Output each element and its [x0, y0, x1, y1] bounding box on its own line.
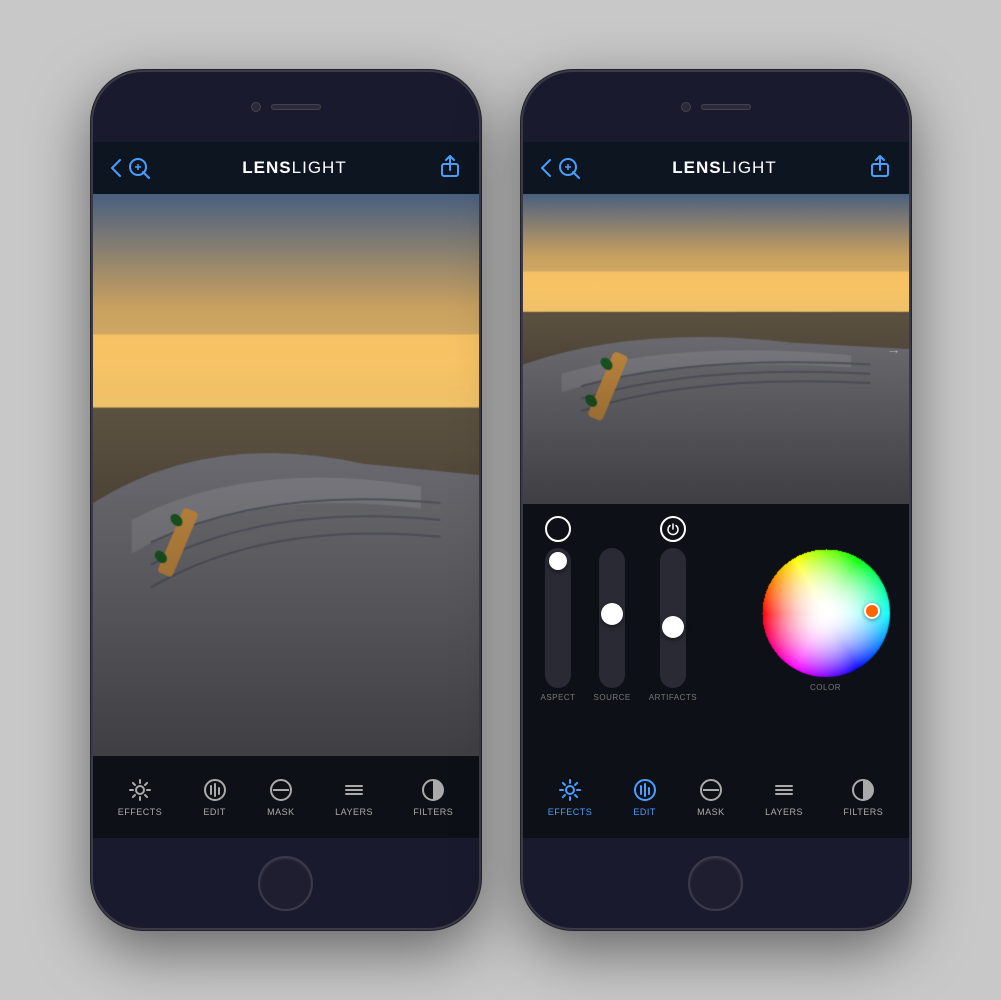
effects-icon-right [558, 778, 582, 802]
color-wheel [761, 548, 891, 678]
source-label: SOURCE [594, 693, 631, 702]
photo-canvas-right [523, 194, 909, 504]
share-button-right[interactable] [869, 154, 891, 183]
toolbar-layers-left[interactable]: LAYERS [335, 778, 373, 817]
color-label: COLOR [810, 683, 841, 692]
aspect-slider-thumb [549, 552, 567, 570]
phone-left: LENSLIGHT [91, 70, 481, 930]
layers-icon-left [342, 778, 366, 802]
effects-icon-left [128, 778, 152, 802]
mask-icon-right [699, 778, 723, 802]
chevron-left-icon-left [111, 159, 121, 177]
app-title-right: LENSLIGHT [672, 158, 776, 178]
color-wheel-dot [864, 603, 880, 619]
aspect-slider-track [545, 548, 571, 688]
effects-label-right: EFFECTS [548, 807, 593, 817]
sliders-section: ASPECT SOURCE [541, 516, 698, 702]
layers-icon-right [772, 778, 796, 802]
speaker-right [701, 104, 751, 110]
toolbar-filters-left[interactable]: FILTERS [413, 778, 453, 817]
filters-icon-left [421, 778, 445, 802]
toolbar-edit-right[interactable]: EDIT [633, 778, 657, 817]
source-slider-track [599, 548, 625, 688]
share-icon-left [439, 154, 461, 178]
toolbar-effects-right[interactable]: EFFECTS [548, 778, 593, 817]
chevron-left-icon-right [541, 159, 551, 177]
photo-right: → [523, 194, 909, 504]
phone-bottom-right [523, 838, 909, 928]
artifacts-slider-thumb [662, 616, 684, 638]
phone-top-left [93, 72, 479, 142]
mask-label-right: MASK [697, 807, 725, 817]
share-button-left[interactable] [439, 154, 461, 183]
toolbar-edit-left[interactable]: EDIT [203, 778, 227, 817]
zoom-icon-left[interactable] [127, 156, 151, 180]
speaker-left [271, 104, 321, 110]
toolbar-effects-left[interactable]: EFFECTS [118, 778, 163, 817]
artifacts-power-icon [660, 516, 686, 542]
phone-bottom-left [93, 838, 479, 928]
home-button-right[interactable] [688, 856, 743, 911]
phone-right: LENSLIGHT → [521, 70, 911, 930]
source-slider-thumb [601, 603, 623, 625]
edit-label-left: EDIT [203, 807, 226, 817]
mask-label-left: MASK [267, 807, 295, 817]
layers-label-right: LAYERS [765, 807, 803, 817]
back-button-left[interactable] [111, 156, 151, 180]
slider-aspect[interactable]: ASPECT [541, 516, 576, 702]
effects-label-left: EFFECTS [118, 807, 163, 817]
artifacts-slider-track [660, 548, 686, 688]
mask-icon-left [269, 778, 293, 802]
camera-dot-right [681, 102, 691, 112]
filters-label-right: FILTERS [843, 807, 883, 817]
home-button-left[interactable] [258, 856, 313, 911]
color-wheel-section[interactable]: COLOR [761, 548, 891, 692]
aspect-label: ASPECT [541, 693, 576, 702]
phone-top-right [523, 72, 909, 142]
screen-left: LENSLIGHT [93, 142, 479, 838]
nav-bar-left: LENSLIGHT [93, 142, 479, 194]
arrow-right-indicator: → [887, 341, 901, 357]
toolbar-filters-right[interactable]: FILTERS [843, 778, 883, 817]
share-icon-right [869, 154, 891, 178]
edit-label-right: EDIT [633, 807, 656, 817]
back-button-right[interactable] [541, 156, 581, 180]
power-icon [666, 522, 680, 536]
screen-right: LENSLIGHT → [523, 142, 909, 838]
controls-panel-right: ASPECT SOURCE [523, 504, 909, 714]
toolbar-right: EFFECTS EDIT MASK [523, 756, 909, 838]
app-title-left: LENSLIGHT [242, 158, 346, 178]
filters-label-left: FILTERS [413, 807, 453, 817]
artifacts-label: ARTIFACTS [649, 693, 697, 702]
photo-canvas-left [93, 194, 479, 756]
layers-label-left: LAYERS [335, 807, 373, 817]
toolbar-left: EFFECTS EDIT MASK [93, 756, 479, 838]
edit-icon-left [203, 778, 227, 802]
zoom-icon-right[interactable] [557, 156, 581, 180]
edit-icon-right [633, 778, 657, 802]
photo-left [93, 194, 479, 756]
toolbar-mask-left[interactable]: MASK [267, 778, 295, 817]
toolbar-layers-right[interactable]: LAYERS [765, 778, 803, 817]
filters-icon-right [851, 778, 875, 802]
slider-artifacts[interactable]: ARTIFACTS [649, 516, 697, 702]
aspect-circle-icon [545, 516, 571, 542]
toolbar-mask-right[interactable]: MASK [697, 778, 725, 817]
nav-bar-right: LENSLIGHT [523, 142, 909, 194]
slider-source[interactable]: SOURCE [594, 516, 631, 702]
camera-dot-left [251, 102, 261, 112]
